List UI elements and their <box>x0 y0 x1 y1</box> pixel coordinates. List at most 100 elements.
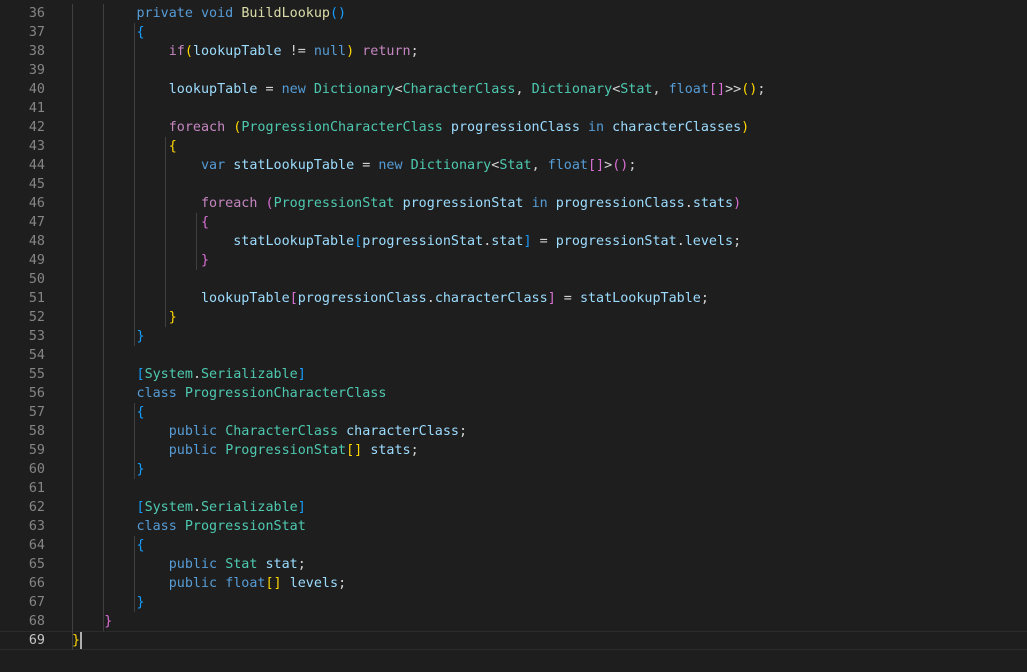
line-number: 63 <box>28 519 45 534</box>
code-token: Dictionary <box>410 158 492 173</box>
code-line[interactable]: 52 } <box>0 308 1027 327</box>
code-line[interactable]: 44 var statLookupTable = new Dictionary<… <box>0 156 1027 175</box>
code-token: > <box>604 158 613 173</box>
code-token: } <box>168 310 177 325</box>
line-number: 37 <box>28 25 45 40</box>
code-token: lookupTable <box>168 82 258 97</box>
code-line[interactable]: 56 class ProgressionCharacterClass <box>0 384 1027 403</box>
code-line[interactable]: 36 private void BuildLookup() <box>0 4 1027 23</box>
code-line[interactable]: 65 public Stat stat; <box>0 555 1027 574</box>
code-line[interactable]: 59 public ProgressionStat[] stats; <box>0 441 1027 460</box>
indent-guide <box>133 403 135 479</box>
code-line[interactable]: 62 [System.Serializable] <box>0 498 1027 517</box>
code-token: { <box>201 215 210 230</box>
code-line[interactable]: 40 lookupTable = new Dictionary<Characte… <box>0 80 1027 99</box>
code-token: < <box>394 82 403 97</box>
code-token: class <box>136 386 177 401</box>
code-token: Stat <box>620 82 653 97</box>
code-line[interactable]: 37 { <box>0 23 1027 42</box>
code-line[interactable]: 69} <box>0 631 1027 650</box>
code-token: characterClasses <box>612 120 742 135</box>
code-token: stat <box>491 234 524 249</box>
code-token: characterClass <box>346 424 459 439</box>
code-line[interactable]: 58 public CharacterClass characterClass; <box>0 422 1027 441</box>
code-token: ; <box>297 557 306 572</box>
line-number: 55 <box>28 367 45 382</box>
code-line[interactable]: 48 statLookupTable[progressionStat.stat]… <box>0 232 1027 251</box>
code-token: return <box>362 44 411 59</box>
code-line[interactable]: 63 class ProgressionStat <box>0 517 1027 536</box>
code-token: progressionClass <box>450 120 580 135</box>
code-line[interactable]: 49 } <box>0 251 1027 270</box>
code-token: Stat <box>499 158 532 173</box>
code-token: . <box>426 291 435 306</box>
code-token: ProgressionCharacterClass <box>184 386 387 401</box>
line-number: 60 <box>28 462 45 477</box>
code-token: foreach <box>168 120 226 135</box>
code-token: } <box>104 614 113 629</box>
code-line[interactable]: 47 { <box>0 213 1027 232</box>
code-line[interactable]: 57 { <box>0 403 1027 422</box>
code-line[interactable]: 50 <box>0 270 1027 289</box>
code-text: var statLookupTable = new Dictionary<Sta… <box>72 156 636 175</box>
code-line[interactable]: 51 lookupTable[progressionClass.characte… <box>0 289 1027 308</box>
code-token: [] <box>346 443 363 458</box>
code-editor[interactable]: 36 private void BuildLookup() 37 {38 if(l… <box>0 0 1027 672</box>
line-number: 39 <box>28 63 45 78</box>
code-line[interactable]: 64 { <box>0 536 1027 555</box>
line-number: 43 <box>28 139 45 154</box>
code-text: public Stat stat; <box>72 555 306 574</box>
code-token: ] <box>297 367 306 382</box>
code-line[interactable]: 45 <box>0 175 1027 194</box>
code-line[interactable]: 53 } <box>0 327 1027 346</box>
code-text: } <box>72 612 112 631</box>
code-line[interactable]: 46 foreach (ProgressionStat progressionS… <box>0 194 1027 213</box>
line-number: 38 <box>28 44 45 59</box>
code-token: [] <box>708 82 726 97</box>
code-line[interactable]: 54 <box>0 346 1027 365</box>
code-token: stats <box>692 196 734 211</box>
code-text: statLookupTable[progressionStat.stat] = … <box>72 232 741 251</box>
code-token: progressionClass <box>555 196 685 211</box>
code-line[interactable]: 38 if(lookupTable != null) return; <box>0 42 1027 61</box>
code-line[interactable]: 60 } <box>0 460 1027 479</box>
code-line[interactable]: 66 public float[] levels; <box>0 574 1027 593</box>
code-token: ; <box>757 82 766 97</box>
code-token: CharacterClass <box>225 424 339 439</box>
code-line[interactable]: 41 <box>0 99 1027 118</box>
code-line[interactable]: 67 } <box>0 593 1027 612</box>
code-token: , <box>515 82 532 97</box>
code-text: public CharacterClass characterClass; <box>72 422 467 441</box>
code-token: ) <box>741 120 750 135</box>
code-line[interactable]: 55 [System.Serializable] <box>0 365 1027 384</box>
code-token: { <box>136 25 145 40</box>
code-token: null <box>313 44 347 59</box>
code-token: class <box>136 519 177 534</box>
line-number: 64 <box>28 538 45 553</box>
code-line[interactable]: 43 { <box>0 137 1027 156</box>
code-token: } <box>136 595 145 610</box>
code-token: . <box>684 196 693 211</box>
code-line[interactable]: 68 } <box>0 612 1027 631</box>
code-line[interactable]: 39 <box>0 61 1027 80</box>
code-token: public <box>168 424 218 439</box>
code-token: private <box>136 6 193 21</box>
code-text: } <box>72 251 209 270</box>
code-line[interactable]: 42 foreach (ProgressionCharacterClass pr… <box>0 118 1027 137</box>
code-token: ; <box>628 158 637 173</box>
code-line[interactable]: 61 <box>0 479 1027 498</box>
code-token: Serializable <box>201 367 298 382</box>
